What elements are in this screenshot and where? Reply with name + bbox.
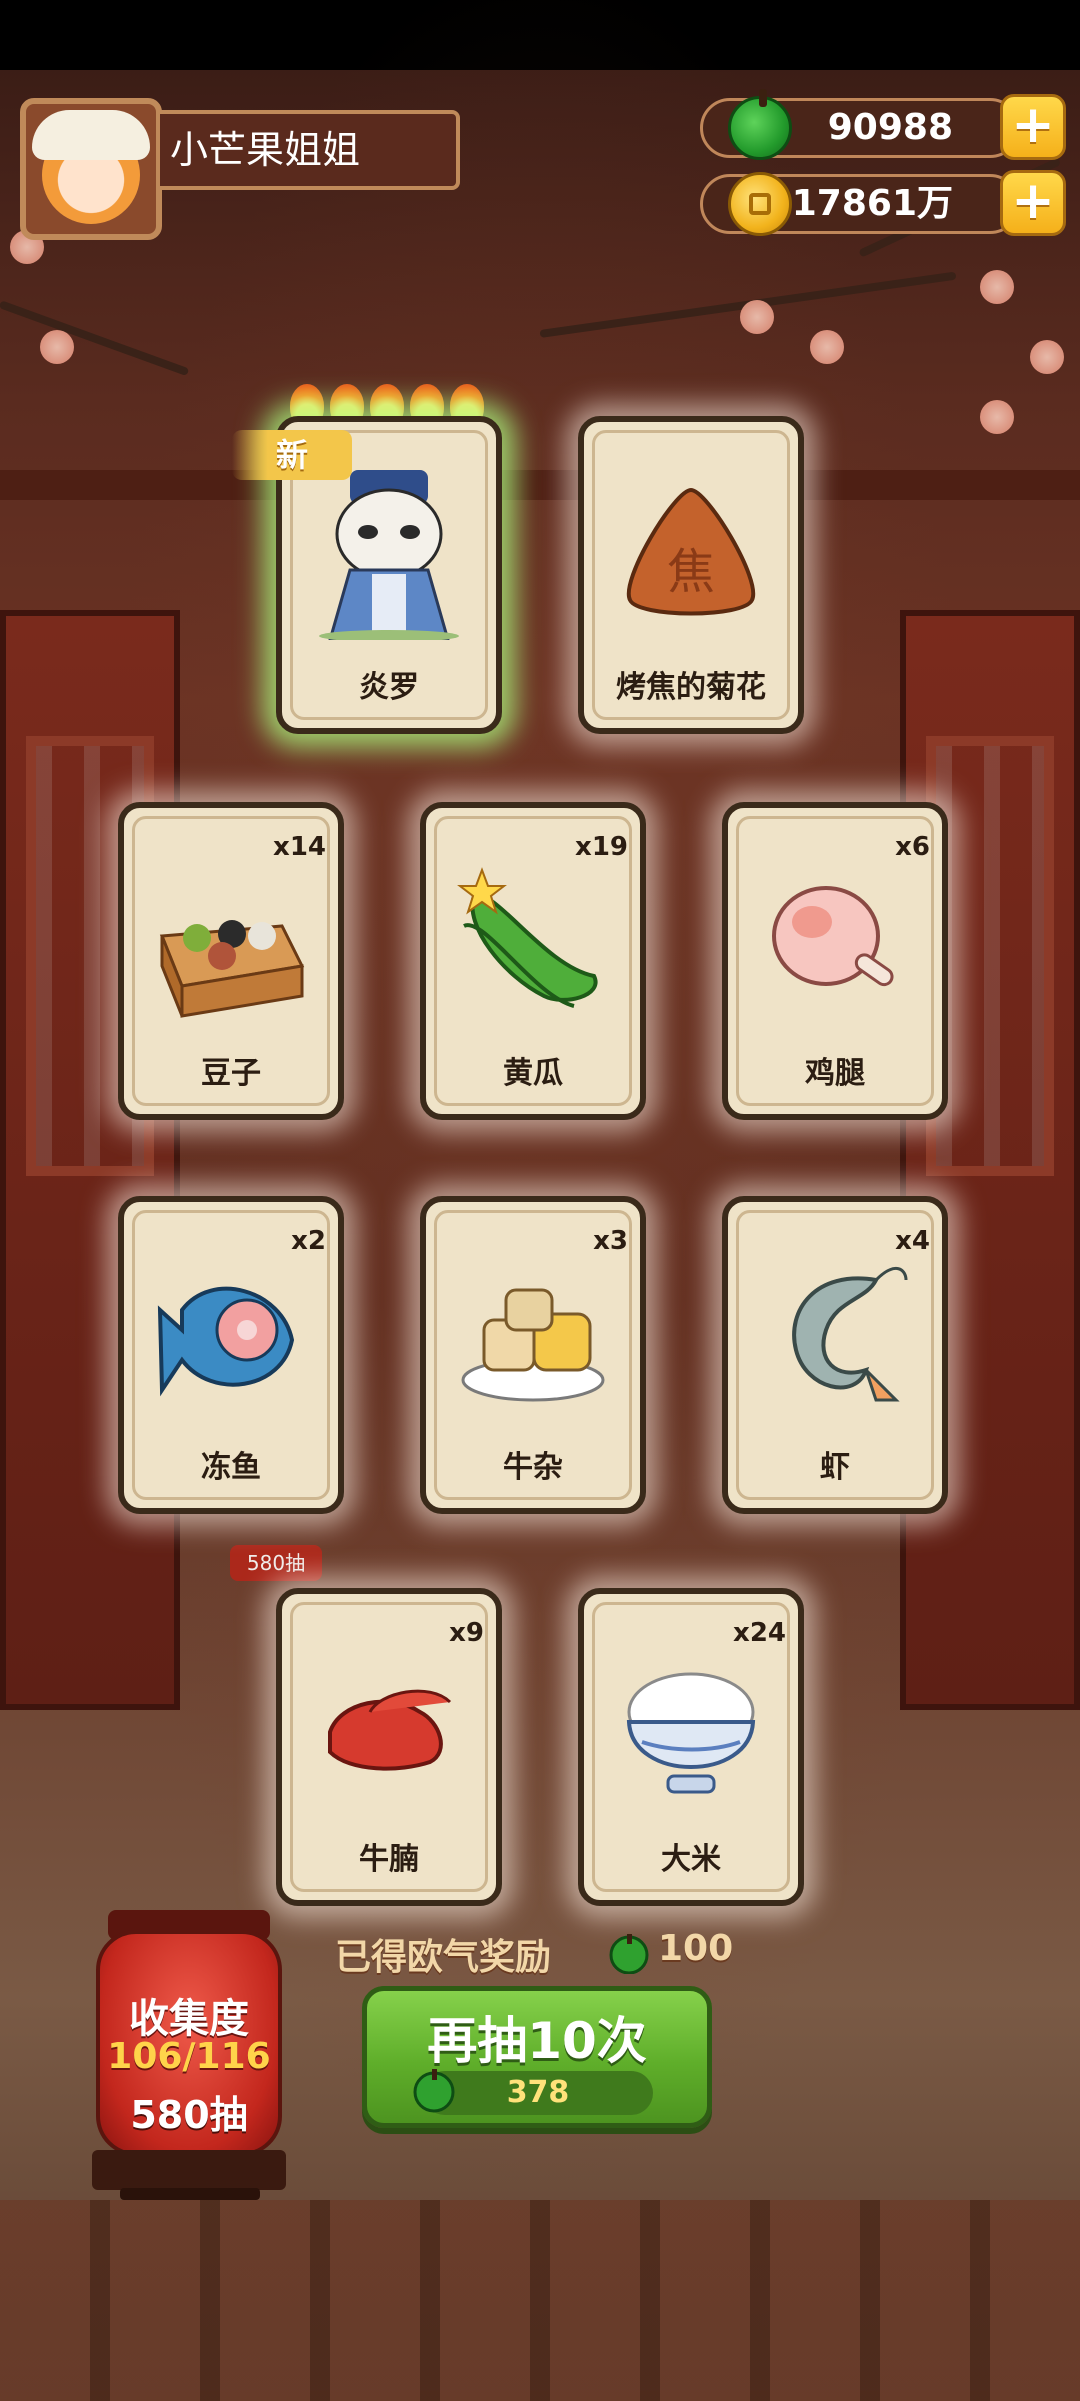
card-name: 黄瓜 [503,1056,563,1091]
collection-progress: 106/116 [107,2036,271,2077]
ceiling-beam [0,470,1080,500]
right-door [900,610,1080,1710]
collection-draws: 580抽 [130,2093,248,2137]
item-card[interactable]: x9 牛腩 [276,1588,502,1906]
game-scene: 580抽 小芒果姐姐 90988 + 17861万 + 炎罗 新 焦 烤焦的菊花… [0,0,1080,2401]
card-name: 虾 [820,1450,850,1485]
lantern-base [92,2150,286,2190]
gem-value: 90988 [827,107,953,148]
item-card[interactable]: x14 豆子 [118,802,344,1120]
item-card[interactable]: x3 牛杂 [420,1196,646,1514]
rice-bowl-icon [626,1672,756,1794]
item-card[interactable]: x4 虾 [722,1196,948,1514]
item-card[interactable]: x19 黄瓜 [420,802,646,1120]
blossom-flower [740,300,774,334]
frozen-fish-icon [157,1286,295,1397]
draw-cost: 378 [413,2069,653,2115]
gold-coin-icon [728,172,792,236]
item-card[interactable]: x6 鸡腿 [722,802,948,1120]
draw-button-label: 再抽10次 [427,2012,647,2070]
reward-label: 已得欧气奖励 [335,1937,552,1978]
green-apple-icon [728,89,792,160]
card-name: 炎罗 [359,670,419,705]
card-name: 牛杂 [503,1450,563,1485]
card-name: 豆子 [201,1056,261,1091]
featured-card-item[interactable]: 焦 烤焦的菊花 [578,416,804,734]
svg-text:焦: 焦 [667,546,715,599]
item-card[interactable]: x2 冻鱼 [118,1196,344,1514]
beef-offal-icon [461,1288,605,1402]
blossom-flower [40,330,74,364]
card-name: 烤焦的菊花 [616,670,766,705]
card-name: 冻鱼 [201,1450,261,1485]
reward-value: 100 [658,1928,734,1969]
burnt-cookie-icon: 焦 [626,487,756,616]
lantern-stand [120,2188,260,2200]
item-card[interactable]: x24 大米 [578,1588,804,1906]
beef-brisket-icon [328,1689,452,1771]
wooden-fence [0,2200,1080,2401]
avatar-hat [32,110,150,160]
bean-box-icon [159,920,305,1018]
green-apple-icon [609,1934,649,1974]
draw-cost-value: 378 [506,2075,570,2110]
draw-again-button[interactable]: 再抽10次 378 [362,1986,712,2128]
card-name: 大米 [661,1842,721,1877]
card-name: 鸡腿 [805,1056,865,1091]
panda-character-icon [319,470,459,640]
blossom-flower [810,330,844,364]
player-name: 小芒果姐姐 [160,110,460,190]
blossom-flower [980,270,1014,304]
left-door [0,610,180,1710]
blossom-flower [1030,340,1064,374]
collection-lantern[interactable]: 收集度 106/116 580抽 [96,1930,282,2156]
background-draw-tag: 580抽 [230,1545,322,1581]
avatar[interactable] [20,98,162,240]
cucumber-icon [457,867,598,1008]
coin-value: 17861万 [791,183,953,224]
new-badge: 新 [232,430,352,480]
add-coins-button[interactable]: + [1000,170,1066,236]
blossom-branch [0,300,190,377]
chicken-leg-icon [772,886,894,987]
card-name: 牛腩 [359,1842,419,1877]
shrimp-icon [792,1267,908,1402]
add-gems-button[interactable]: + [1000,94,1066,160]
blossom-flower [980,400,1014,434]
